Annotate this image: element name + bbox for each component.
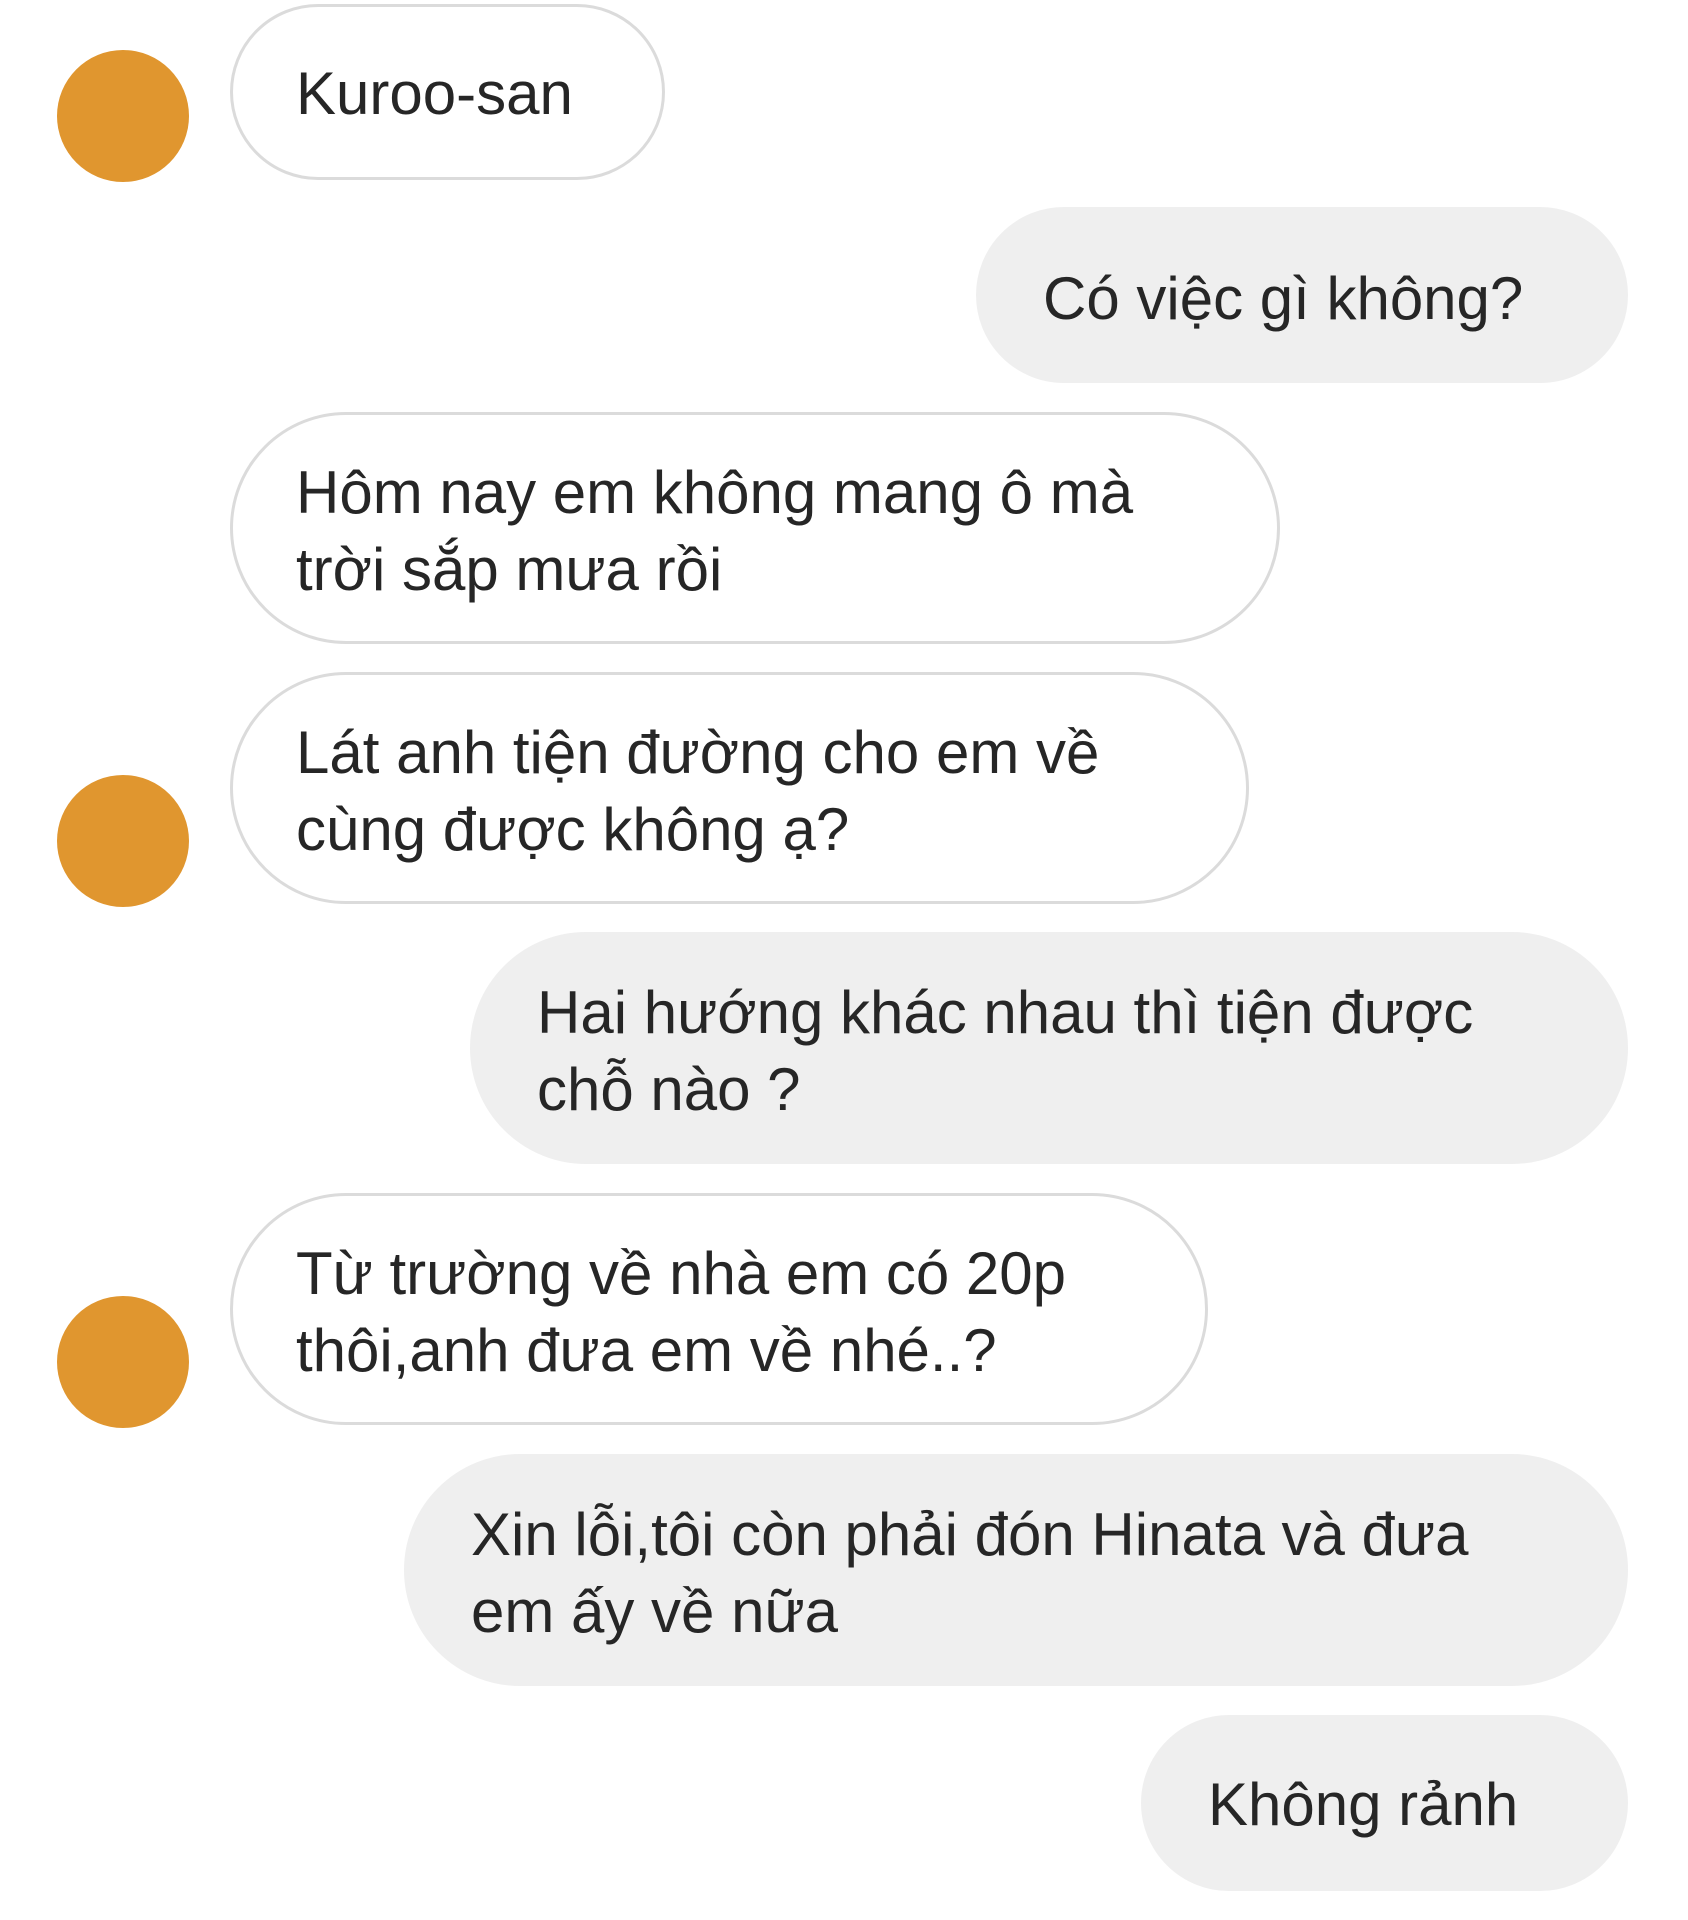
message-text-line: Hôm nay em không mang ô mà [296,459,1134,526]
message-bubble-outgoing[interactable]: Có việc gì không? [976,207,1628,383]
message-bubble-outgoing[interactable]: Không rảnh [1141,1715,1628,1891]
message-text-line: em ấy về nữa [471,1578,839,1645]
message-text-line: Từ trường về nhà em có 20p [296,1240,1067,1307]
message-text-line: Không rảnh [1208,1771,1519,1838]
contact-avatar[interactable] [57,1296,189,1428]
message-text-line: Xin lỗi,tôi còn phải đón Hinata và đưa [471,1501,1469,1568]
contact-avatar[interactable] [57,50,189,182]
message-text-line: Hai hướng khác nhau thì tiện được [537,979,1474,1046]
message-bubble-outgoing[interactable]: Xin lỗi,tôi còn phải đón Hinata và đưa e… [404,1454,1628,1686]
message-text-line: chỗ nào ? [537,1056,801,1123]
message-bubble-outgoing[interactable]: Hai hướng khác nhau thì tiện được chỗ nà… [470,932,1628,1164]
message-bubble-incoming[interactable]: Từ trường về nhà em có 20p thôi,anh đưa … [230,1193,1208,1425]
message-text-line: trời sắp mưa rồi [296,536,723,603]
message-bubble-incoming[interactable]: Hôm nay em không mang ô mà trời sắp mưa … [230,412,1280,644]
message-text-line: cùng được không ạ? [296,796,850,863]
message-text-line: Kuroo-san [296,60,573,127]
chat-thread: Kuroo-san Có việc gì không? Hôm nay em k… [0,0,1688,1920]
message-bubble-incoming[interactable]: Lát anh tiện đường cho em về cùng được k… [230,672,1249,904]
message-text-line: Có việc gì không? [1043,265,1524,332]
message-bubble-incoming[interactable]: Kuroo-san [230,4,665,180]
message-text-line: thôi,anh đưa em về nhé..? [296,1317,997,1384]
message-text-line: Lát anh tiện đường cho em về [296,719,1100,786]
contact-avatar[interactable] [57,775,189,907]
